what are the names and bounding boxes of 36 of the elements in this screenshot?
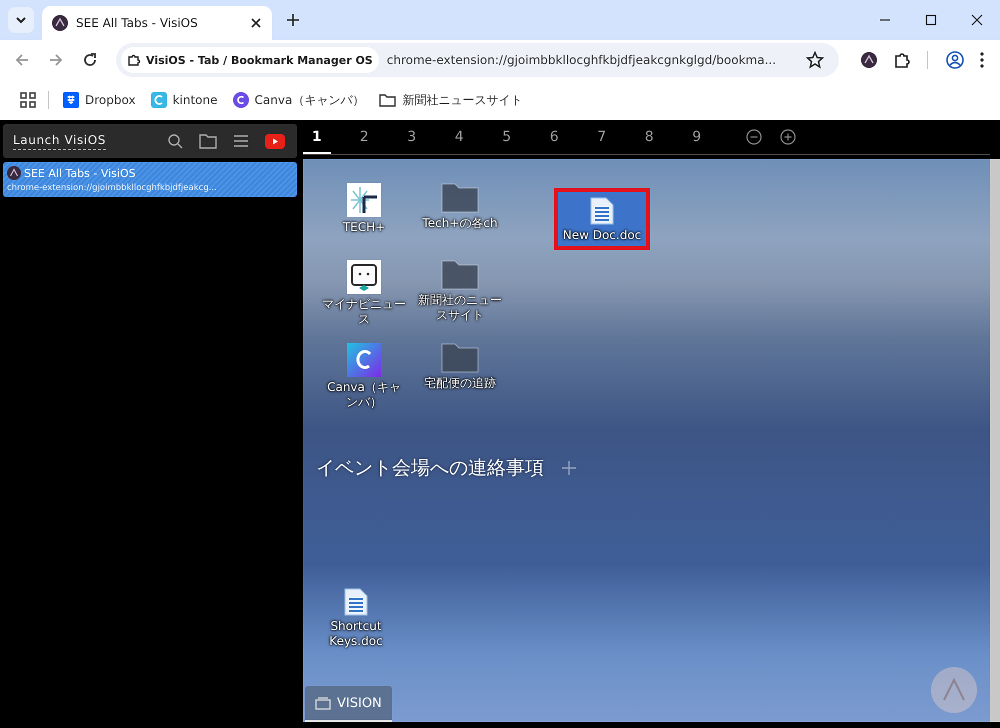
icon-label: New Doc.doc	[562, 228, 642, 243]
tab-url: chrome-extension://gjoimbbkllocghfkbjdfjeakcg...	[7, 183, 218, 193]
icon-label: TECH+	[342, 220, 386, 235]
icon-label: 新聞社のニュースサイト	[418, 293, 502, 323]
icon-label: マイナビニュース	[322, 297, 406, 327]
icon-label: Shortcut Keys.doc	[328, 619, 384, 649]
bookmark[interactable]: Dropbox	[63, 92, 136, 108]
note-title: イベント会場への連絡事項	[316, 456, 544, 481]
page-tab[interactable]: 2	[350, 120, 398, 154]
page-tab[interactable]: 5	[493, 120, 540, 154]
bookmark[interactable]: 新聞社ニュースサイト	[379, 92, 522, 108]
page-tab[interactable]: 4	[446, 120, 493, 154]
browser-tab[interactable]: SEE All Tabs - VisiOS	[42, 6, 272, 40]
tab-title: SEE All Tabs - VisiOS	[24, 166, 136, 180]
icon-label: 宅配便の追跡	[423, 376, 497, 391]
launch-link[interactable]: Launch VisiOS	[13, 132, 106, 150]
icon-label: Canva（キャンバ）	[326, 380, 402, 410]
page-tab[interactable]: 6	[540, 120, 588, 154]
page-tab[interactable]: 8	[636, 120, 683, 154]
desktop-icon[interactable]: 宅配便の追跡	[415, 337, 505, 395]
page-tab[interactable]: 3	[398, 120, 446, 154]
desktop-icon[interactable]: Shortcut Keys.doc	[311, 582, 401, 653]
desktop-icon[interactable]: 新聞社のニュースサイト	[415, 254, 505, 327]
desktop-icon[interactable]: New Doc.doc	[557, 191, 647, 247]
desktop-icon[interactable]: Canva（キャンバ）	[319, 337, 409, 414]
page-tab[interactable]: 7	[588, 120, 636, 154]
page-tab[interactable]: 9	[683, 120, 730, 154]
url-text: chrome-extension://gjoimbbkllocghfkbjdfjeakcgnkglgd/bookma...	[386, 53, 778, 67]
tab-title: SEE All Tabs - VisiOS	[76, 16, 199, 30]
icon-label: Tech+の各ch	[421, 216, 499, 231]
bookmark[interactable]: kintone	[150, 92, 218, 108]
desktop-icon[interactable]: マイナビニュース	[319, 254, 409, 331]
site-chip[interactable]: VisiOS - Tab / Bookmark Manager OS	[121, 47, 379, 73]
vision-button[interactable]: VISION	[305, 686, 392, 722]
bookmark[interactable]: Canva（キャンバ）	[232, 92, 364, 108]
address-bar[interactable]: VisiOS - Tab / Bookmark Manager OS chrome-extension://gjoimbbkllocghfkbjdfjeakcgnkglgd/bookma...	[116, 43, 839, 77]
